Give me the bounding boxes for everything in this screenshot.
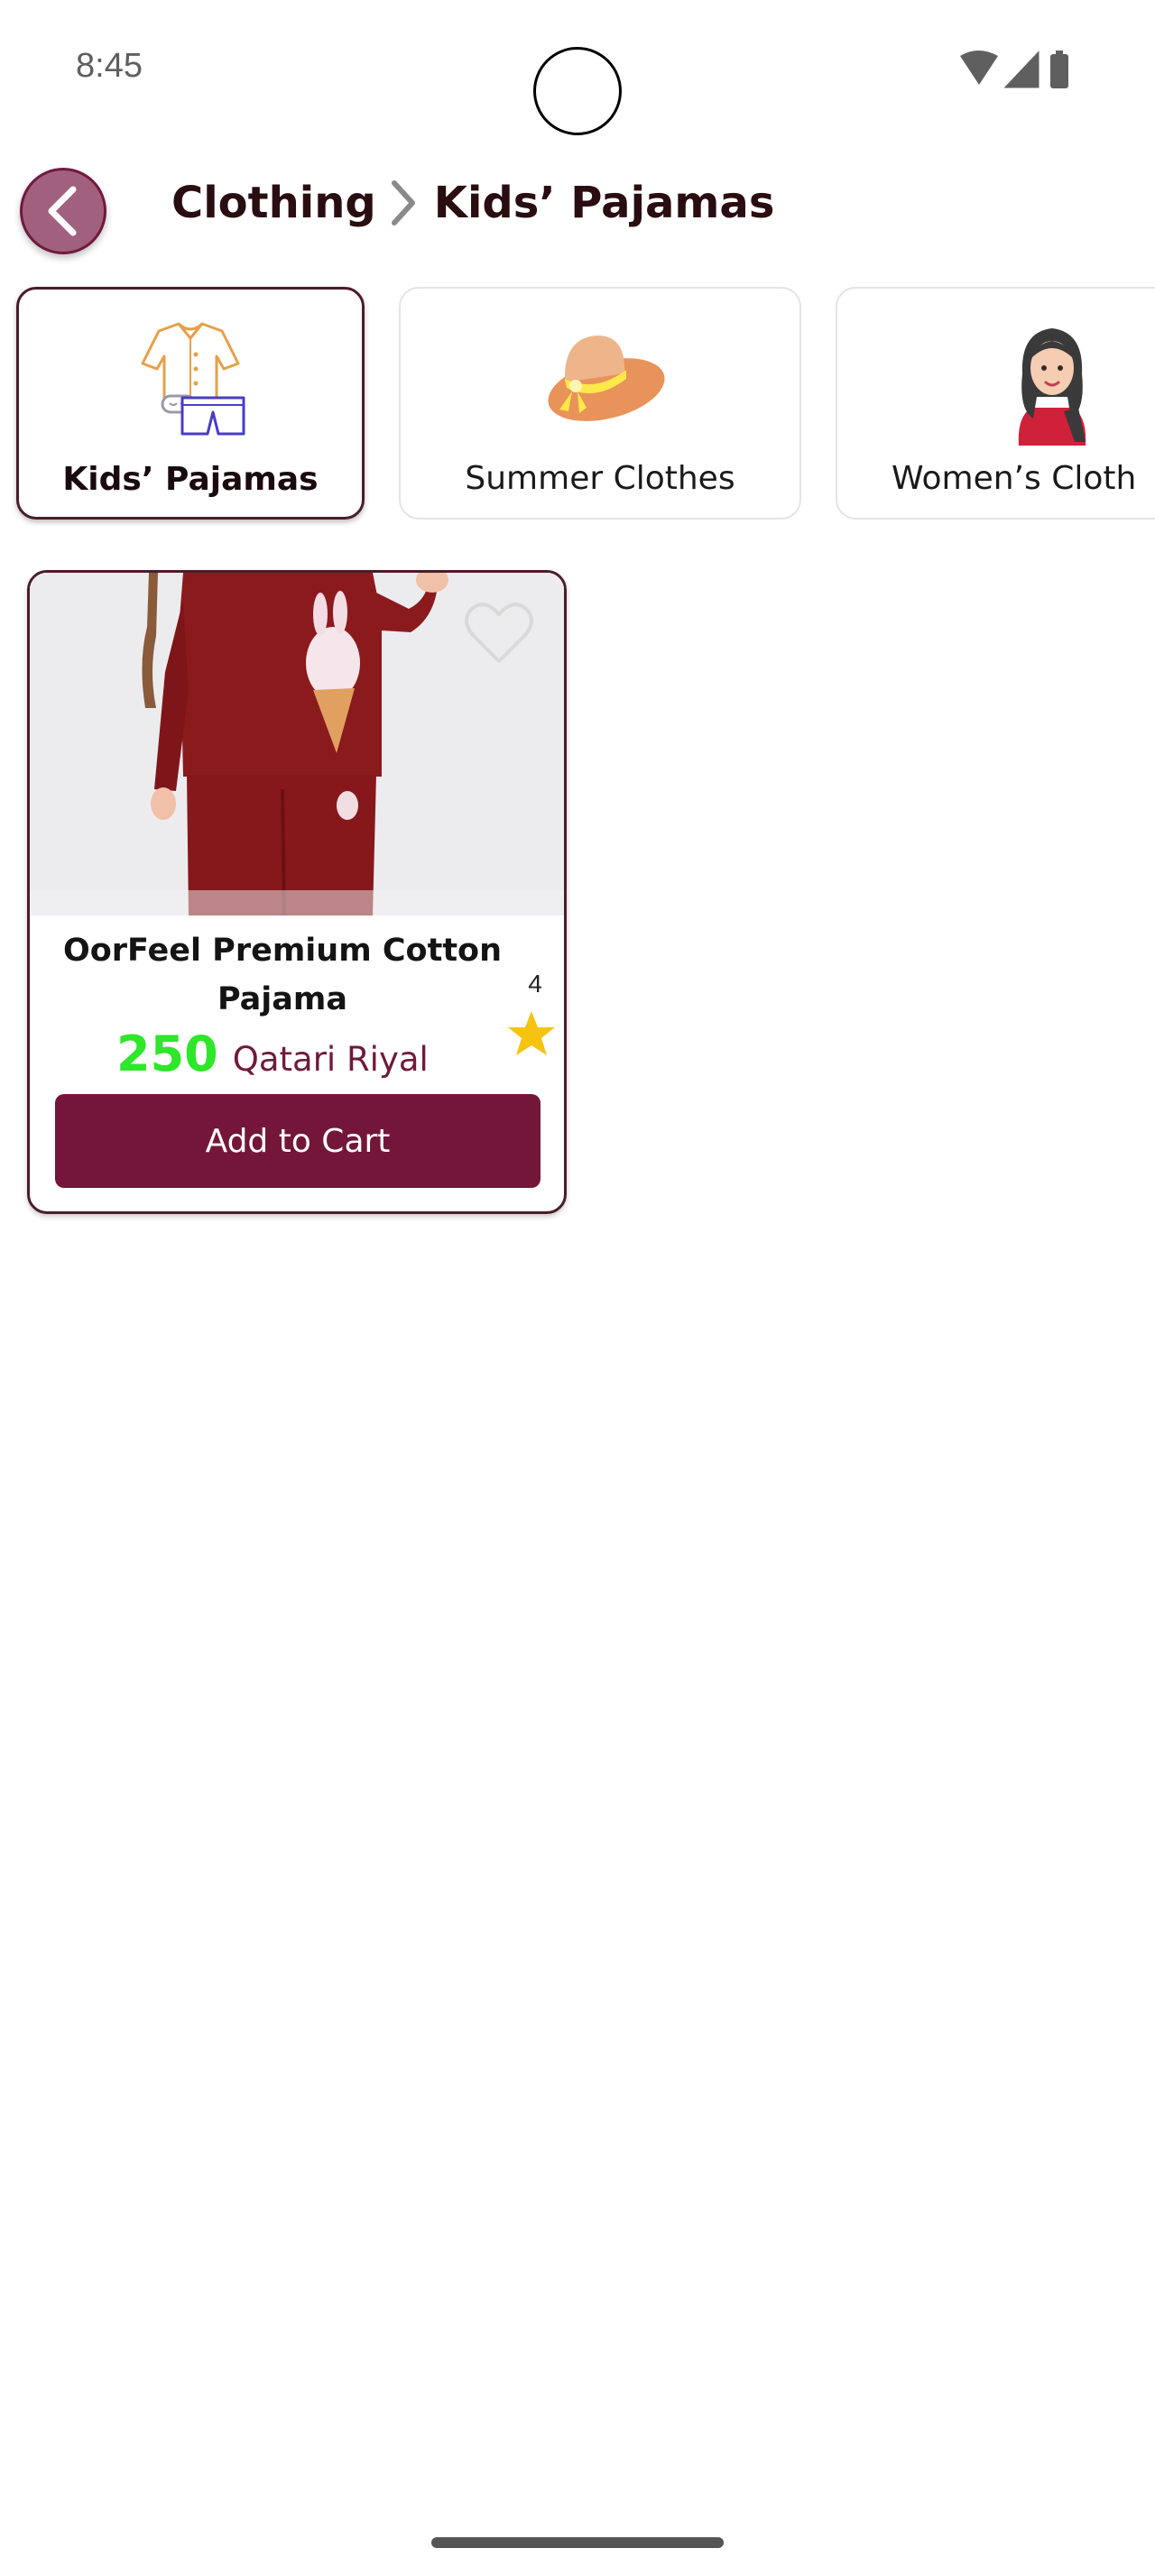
category-label: Kids’ Pajamas bbox=[62, 461, 319, 498]
product-card[interactable]: OorFeel Premium Cotton Pajama 4 250 Qata… bbox=[27, 570, 567, 1214]
breadcrumb-parent[interactable]: Clothing bbox=[171, 178, 376, 228]
add-to-cart-button[interactable]: Add to Cart bbox=[55, 1094, 541, 1188]
chevron-right-icon bbox=[387, 174, 423, 232]
status-icons bbox=[960, 51, 1068, 88]
chevron-left-icon bbox=[48, 186, 77, 236]
price-row: 250 Qatari Riyal bbox=[116, 1026, 429, 1089]
heart-icon[interactable] bbox=[463, 600, 535, 667]
wifi-icon bbox=[960, 51, 998, 85]
category-summer-clothes[interactable]: Summer Clothes bbox=[399, 287, 801, 520]
price-currency: Qatari Riyal bbox=[232, 1040, 429, 1079]
product-name: OorFeel Premium Cotton Pajama bbox=[62, 933, 503, 1017]
sun-hat-icon bbox=[548, 336, 665, 421]
home-indicator[interactable] bbox=[431, 2537, 724, 2548]
battery-icon bbox=[1050, 51, 1068, 88]
camera-cutout bbox=[533, 47, 622, 135]
star-icon bbox=[508, 1011, 555, 1055]
signal-icon bbox=[1003, 51, 1040, 88]
screen: 8:45 Clothing Kids’ Pajamas Kids’ Pajama… bbox=[0, 0, 1155, 2576]
pajamas-icon bbox=[141, 322, 245, 436]
back-button[interactable] bbox=[20, 168, 106, 254]
category-womens-clothing[interactable]: Women’s Cloth bbox=[836, 287, 1155, 520]
breadcrumb: Clothing Kids’ Pajamas bbox=[171, 171, 774, 235]
status-time: 8:45 bbox=[76, 47, 143, 85]
price-value: 250 bbox=[116, 1026, 218, 1082]
rating-value: 4 bbox=[528, 970, 542, 998]
category-label: Women’s Cloth bbox=[892, 460, 1137, 497]
woman-hijab-icon bbox=[1018, 328, 1086, 446]
breadcrumb-current: Kids’ Pajamas bbox=[433, 178, 775, 228]
category-label: Summer Clothes bbox=[465, 460, 735, 497]
category-kids-pajamas[interactable]: Kids’ Pajamas bbox=[16, 287, 365, 520]
